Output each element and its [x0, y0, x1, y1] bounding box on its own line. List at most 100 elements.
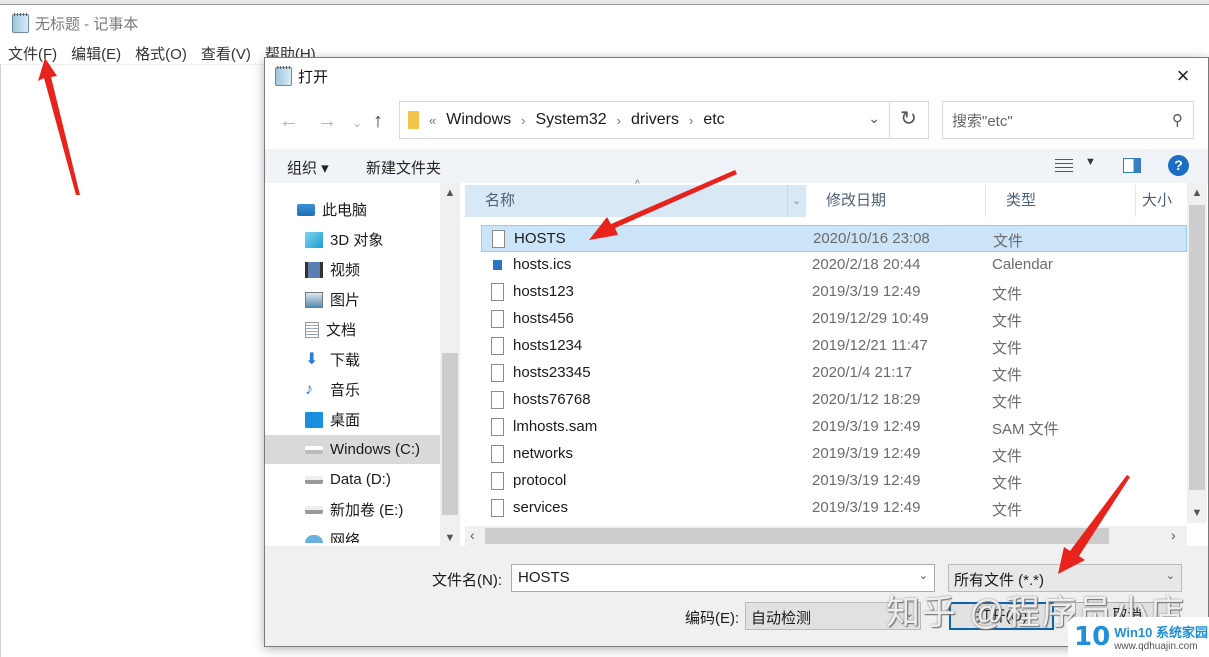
column-filter-dropdown-icon[interactable]: ⌄ [787, 185, 805, 217]
menu-file[interactable]: 文件(F) [8, 43, 57, 64]
3d-objects-icon [305, 231, 323, 248]
nav-item[interactable]: ♪ 音乐 [265, 375, 440, 404]
file-name: hosts1234 [513, 337, 583, 354]
file-row[interactable]: protocol 2019/3/19 12:49 文件 [481, 468, 1187, 495]
file-row[interactable]: hosts.ics 2020/2/18 20:44 Calendar [481, 252, 1187, 279]
back-arrow-icon[interactable]: ← [279, 110, 299, 133]
computer-icon [297, 203, 315, 216]
scroll-down-icon[interactable]: ▼ [1187, 507, 1207, 519]
address-dropdown-icon[interactable]: ⌄ [868, 110, 880, 127]
nav-item-label: Data (D:) [330, 471, 391, 488]
help-icon[interactable]: ? [1168, 155, 1189, 176]
file-date: 2019/12/21 11:47 [812, 337, 928, 354]
horizontal-scroll-thumb[interactable] [485, 528, 1109, 544]
nav-item[interactable]: Windows (C:) [265, 435, 440, 464]
column-header-date[interactable]: 修改日期 [805, 185, 985, 217]
file-row[interactable]: lmhosts.sam 2019/3/19 12:49 SAM 文件 [481, 414, 1187, 441]
nav-item[interactable]: 桌面 [265, 405, 440, 434]
nav-item-label: 文档 [326, 322, 357, 339]
file-name: protocol [513, 472, 567, 489]
column-header-type[interactable]: 类型 [985, 185, 1135, 217]
network-icon [305, 534, 323, 543]
file-date: 2020/10/16 23:08 [813, 230, 930, 247]
column-header-size[interactable]: 大小 [1135, 185, 1187, 217]
breadcrumb-system32[interactable]: System32 [535, 111, 606, 129]
chevron-down-icon[interactable]: ⌄ [919, 569, 928, 582]
nav-item[interactable]: Data (D:) [265, 465, 440, 494]
breadcrumb-drivers[interactable]: drivers [631, 111, 679, 129]
scroll-up-icon[interactable]: ▲ [440, 187, 460, 199]
organize-button[interactable]: 组织 ▾ [287, 157, 329, 178]
file-row[interactable]: hosts76768 2020/1/12 18:29 文件 [481, 387, 1187, 414]
file-name: networks [513, 445, 574, 462]
close-icon[interactable]: × [1172, 65, 1194, 88]
file-date: 2020/1/4 21:17 [812, 364, 913, 381]
nav-item-label: 图片 [330, 292, 361, 309]
file-row[interactable]: hosts23345 2020/1/4 21:17 文件 [481, 360, 1187, 387]
up-arrow-icon[interactable]: ↑ [373, 110, 383, 133]
filetype-select[interactable]: 所有文件 (*.*) ⌄ [948, 564, 1182, 592]
preview-pane-icon[interactable] [1123, 158, 1141, 173]
scroll-right-icon[interactable]: › [1171, 527, 1176, 543]
nav-item[interactable]: 图片 [265, 285, 440, 314]
chevron-right-icon[interactable]: › [617, 113, 621, 128]
nav-item-label: 音乐 [330, 382, 361, 399]
encoding-select[interactable]: 自动检测 ⌄ [745, 602, 921, 630]
nav-item[interactable]: ⬇ 下载 [265, 345, 440, 374]
open-button[interactable]: 打开(O) [949, 602, 1054, 630]
file-icon [491, 337, 504, 355]
scroll-down-icon[interactable]: ▼ [440, 532, 460, 544]
view-dropdown-icon[interactable]: ▼ [1085, 156, 1096, 168]
command-bar: 组织 ▾ 新建文件夹 ▼ ? [265, 149, 1208, 183]
nav-item[interactable]: 视频 [265, 255, 440, 284]
file-name: services [513, 499, 569, 516]
breadcrumb-windows[interactable]: Windows [446, 111, 511, 129]
menu-edit[interactable]: 编辑(E) [71, 43, 121, 64]
search-icon[interactable]: ⚲ [1172, 111, 1183, 129]
chevron-down-icon[interactable]: ⌄ [905, 607, 914, 620]
chevron-right-icon[interactable]: › [689, 113, 693, 128]
forward-arrow-icon[interactable]: → [317, 110, 337, 133]
file-row[interactable]: hosts123 2019/3/19 12:49 文件 [481, 279, 1187, 306]
breadcrumb-overflow[interactable]: « [429, 113, 436, 128]
menu-format[interactable]: 格式(O) [135, 43, 187, 64]
new-folder-button[interactable]: 新建文件夹 [366, 157, 441, 178]
nav-item[interactable]: 此电脑 [265, 195, 440, 224]
site-logo: 10 Win10 系统家园 www.qdhuajin.com [1068, 617, 1209, 657]
scroll-left-icon[interactable]: ‹ [470, 527, 475, 543]
view-options-icon[interactable] [1055, 159, 1073, 173]
file-row[interactable]: hosts456 2019/12/29 10:49 文件 [481, 306, 1187, 333]
chevron-right-icon[interactable]: › [521, 113, 525, 128]
file-row[interactable]: HOSTS 2020/10/16 23:08 文件 [481, 225, 1187, 252]
file-list-scroll-thumb[interactable] [1189, 205, 1205, 490]
filename-input[interactable]: HOSTS ⌄ [511, 564, 935, 592]
nav-scrollbar[interactable]: ▲ ▼ [440, 183, 460, 548]
chevron-down-icon[interactable]: ⌄ [1166, 569, 1175, 582]
scroll-up-icon[interactable]: ▲ [1187, 187, 1207, 199]
nav-item[interactable]: 网络 [265, 525, 440, 543]
file-row[interactable]: hosts1234 2019/12/21 11:47 文件 [481, 333, 1187, 360]
address-bar[interactable]: « Windows › System32 › drivers › etc ⌄ [399, 101, 929, 139]
file-row[interactable]: services 2019/3/19 12:49 文件 [481, 495, 1187, 522]
file-list: 名称 ^ ⌄ 修改日期 类型 大小 HOSTS 2020/10/16 23:08 文… [465, 179, 1187, 523]
nav-item-label: 网络 [330, 532, 361, 543]
nav-item[interactable]: 3D 对象 [265, 225, 440, 254]
drive-icon [305, 505, 323, 514]
horizontal-scrollbar[interactable]: ‹ › [465, 526, 1187, 546]
menu-view[interactable]: 查看(V) [201, 43, 251, 64]
file-name: hosts76768 [513, 391, 591, 408]
refresh-icon[interactable]: ↻ [889, 101, 927, 139]
recent-locations-chevron-icon[interactable]: ⌄ [352, 116, 362, 130]
folder-icon [408, 111, 419, 129]
file-row[interactable]: networks 2019/3/19 12:49 文件 [481, 441, 1187, 468]
nav-item[interactable]: 新加卷 (E:) [265, 495, 440, 524]
breadcrumb-etc[interactable]: etc [703, 111, 724, 129]
nav-item[interactable]: 文档 [265, 315, 440, 344]
file-icon [491, 310, 504, 328]
search-input[interactable]: 搜索"etc" ⚲ [942, 101, 1194, 139]
file-icon [491, 472, 504, 490]
file-name: hosts.ics [513, 256, 572, 273]
file-date: 2020/1/12 18:29 [812, 391, 921, 408]
file-list-scrollbar[interactable]: ▲ ▼ [1187, 183, 1207, 523]
nav-scroll-thumb[interactable] [442, 353, 458, 515]
